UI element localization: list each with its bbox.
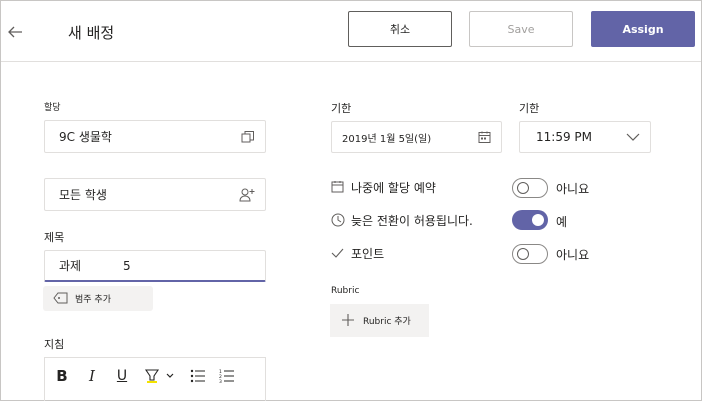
due-date-value: 2019년 1월 5일(일) bbox=[342, 133, 432, 145]
toggle-knob bbox=[532, 214, 544, 226]
back-arrow-icon[interactable] bbox=[7, 25, 23, 39]
page-title: 새 배정 bbox=[68, 24, 115, 42]
tag-icon bbox=[53, 292, 68, 304]
plus-icon bbox=[342, 314, 354, 326]
toggle-knob bbox=[517, 248, 529, 260]
assign-to-label: 할당 bbox=[44, 103, 61, 113]
add-category-chip[interactable]: 범주 추가 bbox=[43, 286, 153, 311]
chevron-down-icon bbox=[626, 133, 640, 141]
points-state: 아니요 bbox=[556, 248, 590, 262]
due-time-label: 기한 bbox=[519, 102, 540, 115]
late-turn-in-label: 늦은 전환이 허용됩니다. bbox=[351, 214, 473, 228]
title-value: 과제 5 bbox=[59, 259, 131, 273]
due-time-dropdown[interactable]: 11:59 PM bbox=[519, 121, 651, 153]
title-input[interactable]: 과제 5 bbox=[44, 250, 266, 282]
underline-icon[interactable]: U bbox=[114, 366, 130, 386]
late-turn-in-state: 예 bbox=[556, 215, 568, 229]
students-field[interactable]: 모든 학생 bbox=[44, 178, 266, 211]
class-value: 9C 생물학 bbox=[59, 130, 112, 144]
rubric-label: Rubric bbox=[331, 286, 360, 296]
numbered-list-icon[interactable]: 1 2 3 bbox=[218, 366, 236, 386]
instructions-label: 지침 bbox=[44, 338, 65, 351]
schedule-later-state: 아니요 bbox=[556, 182, 590, 196]
add-rubric-label: Rubric 추가 bbox=[363, 317, 411, 327]
title-label: 제목 bbox=[44, 231, 65, 244]
clock-icon bbox=[331, 213, 345, 227]
due-date-label: 기한 bbox=[331, 102, 352, 115]
add-person-icon[interactable] bbox=[239, 188, 255, 202]
late-turn-in-toggle[interactable] bbox=[512, 210, 548, 230]
bullet-list-icon[interactable] bbox=[189, 366, 207, 386]
calendar-icon bbox=[331, 181, 344, 193]
schedule-later-label: 나중에 할당 예약 bbox=[351, 181, 436, 195]
save-button[interactable]: Save bbox=[469, 11, 573, 47]
check-icon bbox=[331, 248, 344, 258]
italic-icon[interactable]: I bbox=[84, 366, 100, 386]
bold-icon[interactable]: B bbox=[54, 366, 70, 386]
toggle-knob bbox=[517, 182, 529, 194]
add-rubric-button[interactable]: Rubric 추가 bbox=[330, 304, 429, 337]
points-toggle[interactable] bbox=[512, 244, 548, 264]
calendar-icon[interactable] bbox=[478, 131, 491, 144]
assign-button[interactable]: Assign bbox=[591, 11, 695, 47]
schedule-later-toggle[interactable] bbox=[512, 178, 548, 198]
students-value: 모든 학생 bbox=[59, 188, 107, 202]
copy-icon[interactable] bbox=[241, 130, 255, 144]
highlight-icon[interactable] bbox=[143, 366, 177, 386]
points-label: 포인트 bbox=[351, 247, 385, 261]
add-category-label: 범주 추가 bbox=[75, 295, 111, 305]
class-field[interactable]: 9C 생물학 bbox=[44, 120, 266, 153]
svg-text:3: 3 bbox=[219, 379, 222, 383]
header-bar: 새 배정 취소 Save Assign bbox=[1, 1, 701, 62]
due-time-value: 11:59 PM bbox=[536, 130, 592, 144]
cancel-button[interactable]: 취소 bbox=[348, 11, 452, 47]
due-date-field[interactable]: 2019년 1월 5일(일) bbox=[331, 121, 502, 153]
